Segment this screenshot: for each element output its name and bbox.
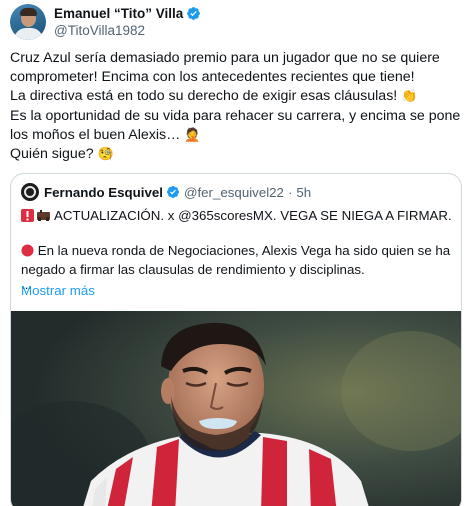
quoted-author-avatar[interactable] [21,183,39,201]
tweet-line-1: Cruz Azul sería demasiado premio para un… [10,50,440,66]
dot-separator: · [287,184,293,200]
author-names: Emanuel “Tito” Villa @TitoVilla1982 [54,5,201,39]
quoted-author-handle[interactable]: @fer_esquivel22 [184,185,284,200]
tweet-author-header: Emanuel “Tito” Villa @TitoVilla1982 [10,4,201,40]
tweet-line-2: comprometer! Encima con los antecedentes… [10,69,415,86]
tweet-line-6: Quién sigue? 🧐 [10,145,465,164]
author-display-name[interactable]: Emanuel “Tito” Villa [54,5,183,22]
quoted-body-line-2: negado a firmar las clausulas de rendimi… [21,261,365,277]
red-alert-badge-icon [21,209,50,222]
clap-emoji-icon: 👏 [401,89,418,105]
tweet-text: Cruz Azul sería demasiado premio para un… [10,49,465,164]
author-handle[interactable]: @TitoVilla1982 [54,22,201,39]
verified-badge-icon [166,186,179,198]
quoted-tweet-header: Fernando Esquivel @fer_esquivel22 · 5h [21,183,311,201]
verified-badge-icon [187,7,201,20]
quoted-media-image[interactable] [11,311,461,506]
monocle-emoji-icon: 🧐 [97,147,114,163]
quoted-headline: ACTUALIZACIÓN. x @365scoresMX. VEGA SE N… [21,207,453,225]
quoted-body-line-1: En la nueva ronda de Negociaciones, Alex… [21,242,453,260]
quoted-time[interactable]: 5h [296,185,311,200]
author-avatar[interactable] [10,4,46,40]
red-circle-icon [21,244,34,257]
show-more-link[interactable]: Mostrar más [21,283,95,298]
tweet-line-5: los moños el buen Alexis… 🤦 [10,126,465,145]
quoted-author-name[interactable]: Fernando Esquivel [44,185,163,200]
tweet-line-3: La directiva está en todo su derecho de … [10,87,465,106]
tweet-line-4: Es la oportunidad de su vida para rehace… [10,107,461,124]
facepalm-emoji-icon: 🤦 [184,127,201,143]
quoted-tweet[interactable]: Fernando Esquivel @fer_esquivel22 · 5h A… [10,173,462,506]
player-photo [11,311,461,506]
quoted-tweet-text: ACTUALIZACIÓN. x @365scoresMX. VEGA SE N… [21,207,453,291]
